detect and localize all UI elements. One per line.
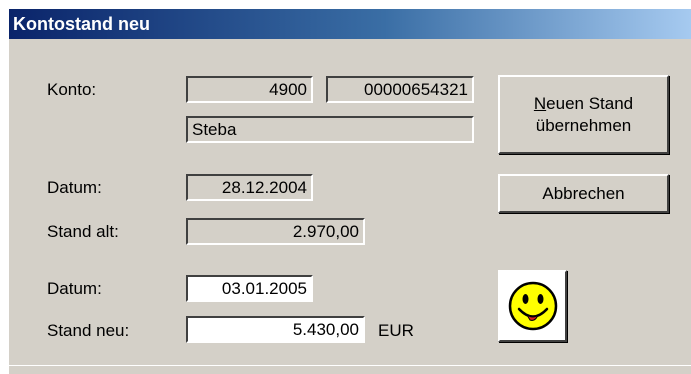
- konto-account-field: 00000654321: [326, 76, 474, 103]
- accept-access-key: N: [533, 93, 547, 113]
- datum-old-field: 28.12.2004: [186, 174, 313, 201]
- smiley-icon: [508, 281, 557, 331]
- status-indicator: [498, 270, 567, 342]
- datum-old-label: Datum:: [47, 178, 102, 197]
- datum-new-label: Datum:: [47, 279, 102, 298]
- accept-new-balance-button[interactable]: Neuen Stand übernehmen: [498, 75, 669, 154]
- stand-alt-field: 2.970,00: [186, 218, 365, 245]
- stand-alt-label: Stand alt:: [47, 222, 119, 241]
- konto-number-field: 4900: [186, 76, 313, 103]
- konto-name-field: Steba: [186, 116, 474, 143]
- currency-label: EUR: [378, 321, 414, 340]
- accept-label-line2: übernehmen: [535, 115, 632, 135]
- datum-new-input[interactable]: 03.01.2005: [186, 275, 313, 302]
- cancel-button[interactable]: Abbrechen: [498, 174, 669, 213]
- title-bar[interactable]: Kontostand neu: [9, 9, 691, 39]
- cancel-label: Abbrechen: [542, 183, 625, 203]
- window-title: Kontostand neu: [13, 14, 150, 34]
- konto-label: Konto:: [47, 80, 97, 99]
- accept-label-line1: euen Stand: [546, 93, 634, 113]
- bottom-divider: [9, 365, 691, 366]
- stand-neu-label: Stand neu:: [47, 321, 130, 340]
- dialog-window: Kontostand neu Konto: 4900 00000654321 S…: [9, 9, 691, 374]
- stand-neu-input[interactable]: 5.430,00: [186, 316, 365, 343]
